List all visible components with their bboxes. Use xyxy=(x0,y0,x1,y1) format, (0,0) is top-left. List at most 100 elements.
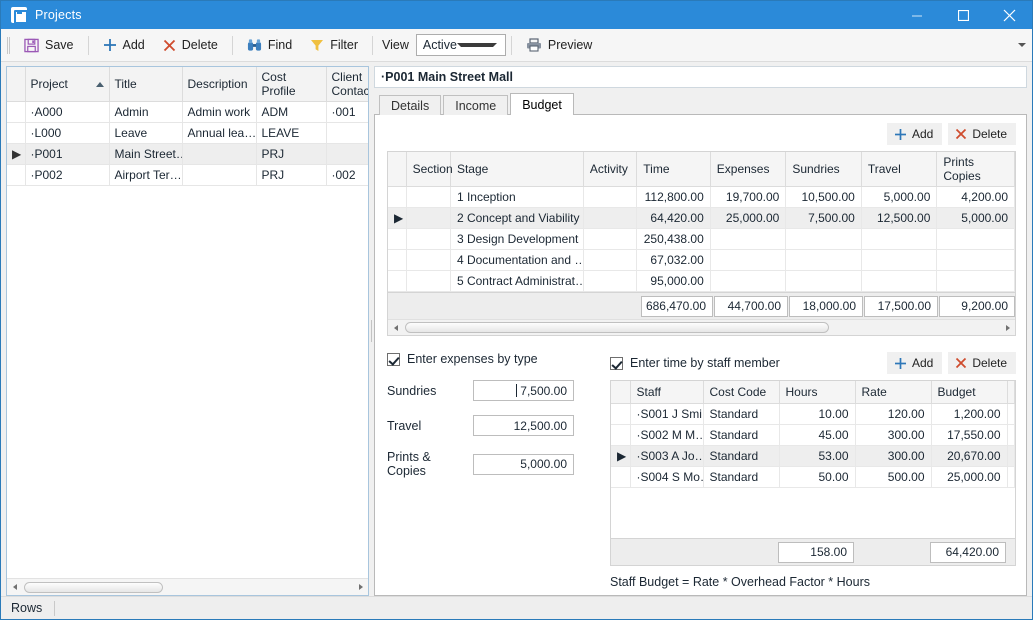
cell-activity[interactable] xyxy=(583,187,636,208)
cell-description[interactable] xyxy=(182,144,256,165)
cell-description[interactable] xyxy=(182,165,256,186)
column-header-time[interactable]: Time xyxy=(637,152,711,187)
cell-staff[interactable]: ·S002 M M… xyxy=(630,424,703,445)
scroll-right-icon[interactable] xyxy=(1000,320,1015,335)
column-header-activity[interactable]: Activity xyxy=(583,152,636,187)
preview-button[interactable]: Preview xyxy=(518,33,600,58)
scroll-left-icon[interactable] xyxy=(388,320,403,335)
table-row[interactable]: ·S002 M M… Standard 45.00 300.00 17,550.… xyxy=(611,424,1015,445)
table-row[interactable]: ▶ 2 Concept and Viability 64,420.00 25,0… xyxy=(388,208,1015,229)
scroll-track[interactable] xyxy=(403,320,1000,335)
cell-expenses[interactable]: 19,700.00 xyxy=(710,187,786,208)
cell-expenses[interactable]: 25,000.00 xyxy=(710,208,786,229)
cell-expenses[interactable] xyxy=(710,250,786,271)
column-header-stage[interactable]: Stage xyxy=(450,152,583,187)
column-header-client-contact[interactable]: Client Contact xyxy=(326,67,368,102)
cell-title[interactable]: Main Street… xyxy=(109,144,182,165)
cell-stage[interactable]: 1 Inception xyxy=(450,187,583,208)
column-header-hours[interactable]: Hours xyxy=(779,381,855,403)
cell-time[interactable]: 112,800.00 xyxy=(637,187,711,208)
table-row[interactable]: ·P002 Airport Ter… PRJ ·002 xyxy=(7,165,368,186)
cell-title[interactable]: Leave xyxy=(109,123,182,144)
cell-stage[interactable]: 5 Contract Administrat… xyxy=(450,271,583,292)
cell-activity[interactable] xyxy=(583,250,636,271)
find-button[interactable]: Find xyxy=(239,33,300,58)
staff-add-button[interactable]: Add xyxy=(887,352,942,374)
column-header-project[interactable]: Project xyxy=(25,67,109,102)
projects-horizontal-scrollbar[interactable] xyxy=(7,578,368,595)
cell-section[interactable] xyxy=(406,208,450,229)
cell-prints-copies[interactable] xyxy=(937,271,1015,292)
column-header-travel[interactable]: Travel xyxy=(861,152,937,187)
cell-section[interactable] xyxy=(406,271,450,292)
cell-cost-profile[interactable]: LEAVE xyxy=(256,123,326,144)
cell-hours[interactable]: 53.00 xyxy=(779,445,855,466)
cell-travel[interactable] xyxy=(861,250,937,271)
cell-stage[interactable]: 3 Design Development xyxy=(450,229,583,250)
budget-add-button[interactable]: Add xyxy=(887,123,942,145)
cell-hours[interactable]: 50.00 xyxy=(779,466,855,487)
cell-activity[interactable] xyxy=(583,208,636,229)
cell-time[interactable]: 250,438.00 xyxy=(637,229,711,250)
cell-rate[interactable]: 300.00 xyxy=(855,445,931,466)
cell-sundries[interactable]: 10,500.00 xyxy=(786,187,862,208)
cell-client-contact[interactable]: ·001 xyxy=(326,102,368,123)
table-row[interactable]: ·S001 J Smi… Standard 10.00 120.00 1,200… xyxy=(611,403,1015,424)
cell-budget[interactable]: 25,000.00 xyxy=(931,466,1007,487)
cell-activity[interactable] xyxy=(583,229,636,250)
cell-client-contact[interactable]: ·002 xyxy=(326,165,368,186)
scroll-thumb[interactable] xyxy=(24,582,163,593)
cell-time[interactable]: 95,000.00 xyxy=(637,271,711,292)
cell-cost-code[interactable]: Standard xyxy=(703,466,779,487)
cell-travel[interactable] xyxy=(861,229,937,250)
column-header-rate[interactable]: Rate xyxy=(855,381,931,403)
table-row[interactable]: 4 Documentation and … 67,032.00 xyxy=(388,250,1015,271)
cell-staff[interactable]: ·S004 S Mo… xyxy=(630,466,703,487)
table-row[interactable]: 3 Design Development 250,438.00 xyxy=(388,229,1015,250)
cell-rate[interactable]: 500.00 xyxy=(855,466,931,487)
save-button[interactable]: Save xyxy=(16,33,82,58)
tab-details[interactable]: Details xyxy=(379,95,441,115)
cell-staff[interactable]: ·S003 A Jo… xyxy=(630,445,703,466)
filter-button[interactable]: Filter xyxy=(302,33,366,58)
cell-prints-copies[interactable] xyxy=(937,229,1015,250)
enter-time-by-staff-checkbox[interactable]: Enter time by staff member xyxy=(610,356,780,370)
table-row[interactable]: ·L000 Leave Annual lea… LEAVE xyxy=(7,123,368,144)
cell-project[interactable]: ·A000 xyxy=(25,102,109,123)
cell-client-contact[interactable] xyxy=(326,144,368,165)
cell-sundries[interactable]: 7,500.00 xyxy=(786,208,862,229)
cell-prints-copies[interactable]: 4,200.00 xyxy=(937,187,1015,208)
cell-prints-copies[interactable]: 5,000.00 xyxy=(937,208,1015,229)
cell-title[interactable]: Admin xyxy=(109,102,182,123)
cell-description[interactable]: Admin work xyxy=(182,102,256,123)
prints-copies-input[interactable]: 5,000.00 xyxy=(473,454,574,475)
column-header-prints-copies[interactable]: Prints Copies xyxy=(937,152,1015,187)
table-row[interactable]: 5 Contract Administrat… 95,000.00 xyxy=(388,271,1015,292)
column-header-description[interactable]: Description xyxy=(182,67,256,102)
column-header-section[interactable]: Section xyxy=(406,152,450,187)
cell-time[interactable]: 67,032.00 xyxy=(637,250,711,271)
cell-budget[interactable]: 20,670.00 xyxy=(931,445,1007,466)
cell-rate[interactable]: 300.00 xyxy=(855,424,931,445)
add-button[interactable]: Add xyxy=(95,33,153,58)
cell-budget[interactable]: 1,200.00 xyxy=(931,403,1007,424)
minimize-icon[interactable] xyxy=(894,1,940,29)
table-row[interactable]: ▶ ·S003 A Jo… Standard 53.00 300.00 20,6… xyxy=(611,445,1015,466)
budget-delete-button[interactable]: Delete xyxy=(948,123,1016,145)
table-row[interactable]: ·A000 Admin Admin work ADM ·001 xyxy=(7,102,368,123)
cell-travel[interactable] xyxy=(861,271,937,292)
cell-hours[interactable]: 10.00 xyxy=(779,403,855,424)
cell-cost-code[interactable]: Standard xyxy=(703,445,779,466)
column-header-title[interactable]: Title xyxy=(109,67,182,102)
column-header-expenses[interactable]: Expenses xyxy=(710,152,786,187)
column-header-cost-profile[interactable]: Cost Profile xyxy=(256,67,326,102)
cell-stage[interactable]: 4 Documentation and … xyxy=(450,250,583,271)
cell-budget[interactable]: 17,550.00 xyxy=(931,424,1007,445)
cell-travel[interactable]: 5,000.00 xyxy=(861,187,937,208)
cell-title[interactable]: Airport Ter… xyxy=(109,165,182,186)
table-row[interactable]: ▶ ·P001 Main Street… PRJ xyxy=(7,144,368,165)
column-header-budget[interactable]: Budget xyxy=(931,381,1007,403)
close-icon[interactable] xyxy=(986,1,1032,29)
table-row[interactable]: ·S004 S Mo… Standard 50.00 500.00 25,000… xyxy=(611,466,1015,487)
view-select[interactable]: Active xyxy=(416,34,506,56)
